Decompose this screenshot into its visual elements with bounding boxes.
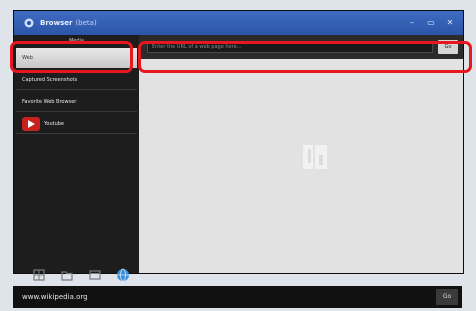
sidebar-item-captured-screenshots[interactable]: Captured Screenshots bbox=[16, 70, 137, 90]
sidebar-item-youtube[interactable]: Youtube bbox=[16, 114, 137, 134]
window-controls: – ▭ ✕ bbox=[407, 18, 455, 28]
window-icon[interactable] bbox=[88, 268, 102, 282]
title-bar: Browser (beta) – ▭ ✕ bbox=[14, 11, 463, 35]
sidebar-item-label: Captured Screenshots bbox=[22, 77, 78, 83]
maximize-icon[interactable]: ▭ bbox=[426, 18, 436, 28]
sidebar-item-favorite-web-browser[interactable]: Favorite Web Browser bbox=[16, 92, 137, 112]
app-title: Browser (beta) bbox=[40, 11, 97, 35]
close-icon[interactable]: ✕ bbox=[445, 18, 455, 28]
sidebar-item-label: Youtube bbox=[44, 121, 64, 127]
address-bar-highlight-box bbox=[138, 41, 472, 73]
bottom-go-button[interactable]: Go bbox=[436, 289, 458, 305]
app-icon bbox=[24, 18, 34, 28]
sidebar-item-label: Favorite Web Browser bbox=[22, 99, 77, 105]
grid-icon[interactable] bbox=[32, 268, 46, 282]
sidebar-highlight-box bbox=[10, 41, 133, 73]
app-title-text: Browser bbox=[40, 19, 73, 27]
globe-icon[interactable] bbox=[116, 268, 130, 282]
sidebar-toolbar bbox=[14, 268, 139, 288]
app-subtitle: (beta) bbox=[75, 19, 97, 27]
folder-icon[interactable] bbox=[60, 268, 74, 282]
youtube-icon bbox=[22, 117, 40, 131]
bottom-url-text[interactable]: www.wikipedia.org bbox=[22, 286, 88, 308]
minimize-icon[interactable]: – bbox=[407, 18, 417, 28]
bottom-url-bar: www.wikipedia.org Go bbox=[13, 286, 462, 308]
screenshot-stage: Browser (beta) – ▭ ✕ Media Web Captured S… bbox=[0, 0, 476, 311]
placeholder-logo-icon bbox=[303, 145, 327, 169]
